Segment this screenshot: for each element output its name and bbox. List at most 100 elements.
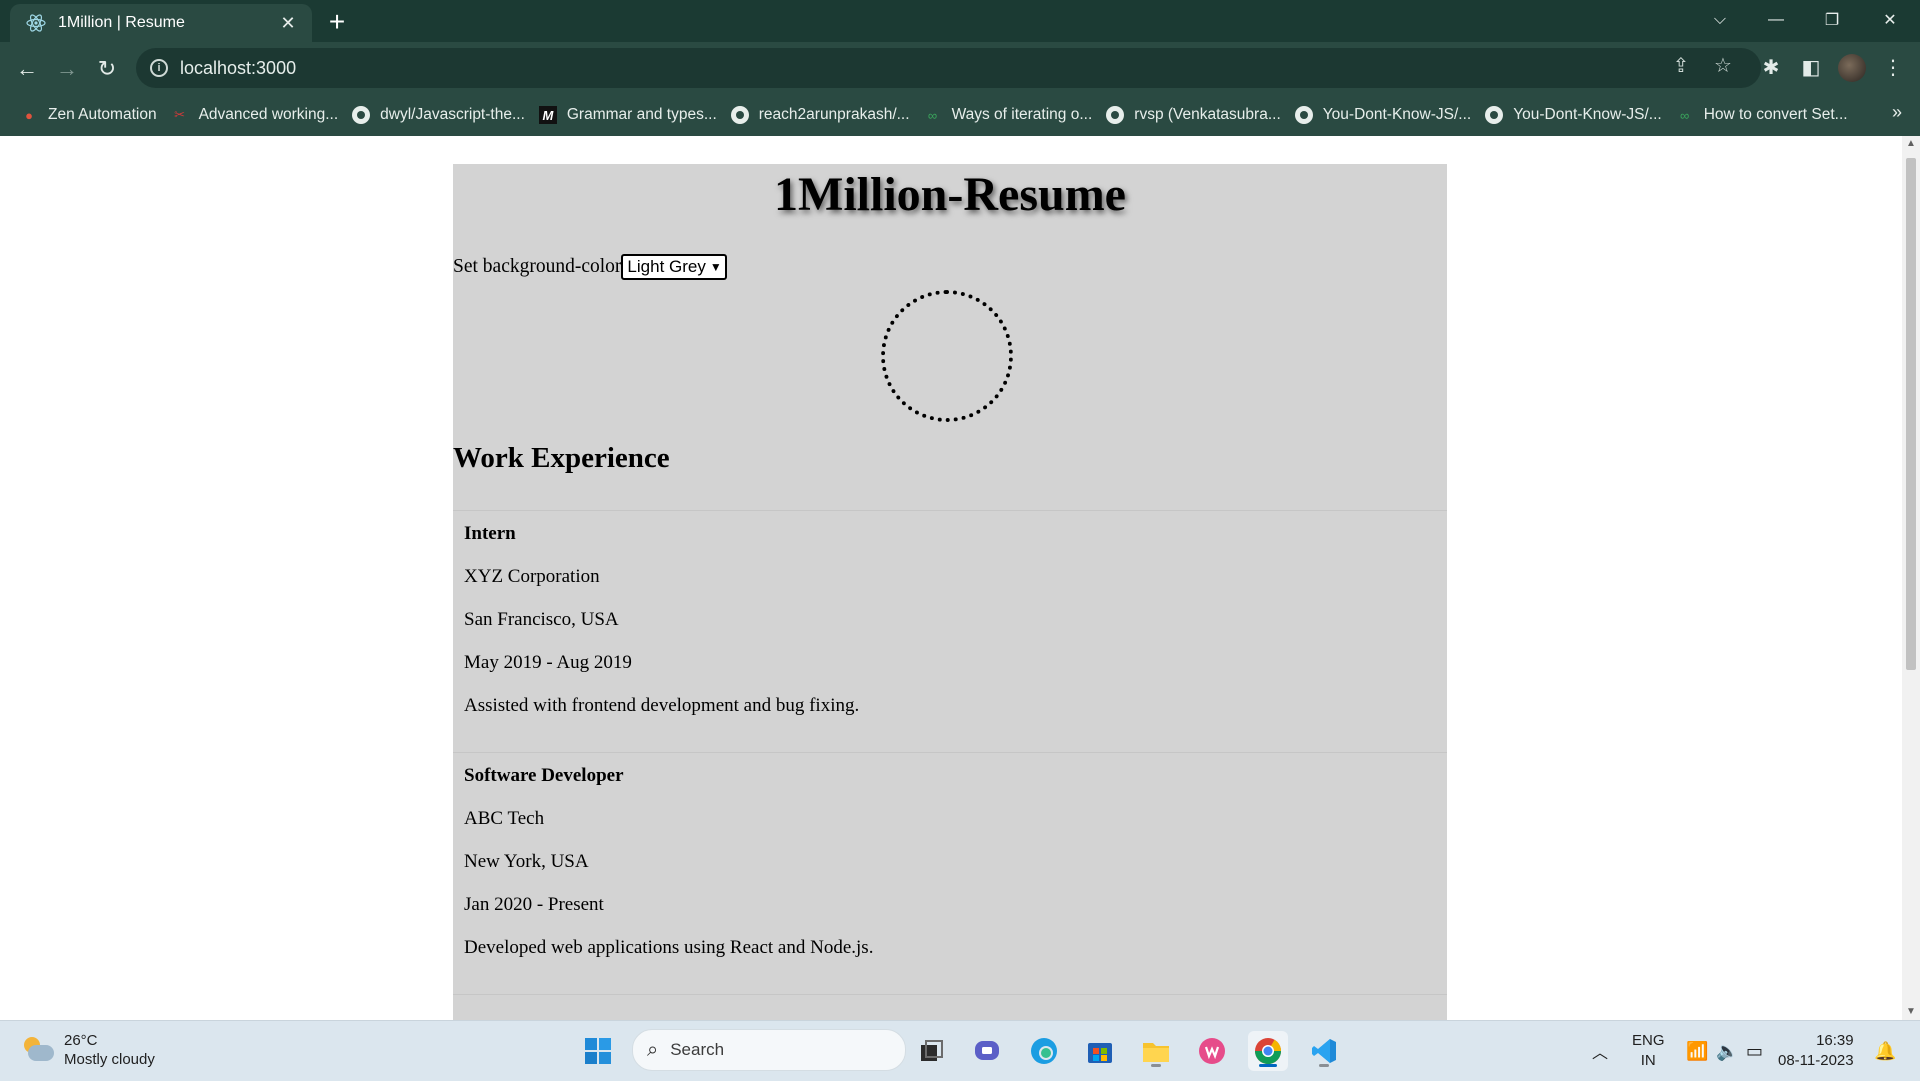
close-window-button[interactable]: ✕ (1862, 0, 1918, 40)
notification-bell-icon[interactable]: 🔔 (1874, 1021, 1896, 1081)
job-role: Software Developer (464, 765, 624, 786)
cloudy-weather-icon (22, 1037, 54, 1063)
extensions-icon[interactable]: ✱ (1756, 52, 1786, 82)
bookmark-item[interactable]: dwyl/Javascript-the... (352, 106, 525, 124)
bookmark-item[interactable]: rvsp (Venkatasubra... (1106, 106, 1281, 124)
teams-chat-icon[interactable] (968, 1031, 1008, 1071)
volume-icon[interactable]: 🔈 (1716, 1021, 1738, 1081)
github-icon (1294, 106, 1313, 124)
job-role: Intern (464, 523, 516, 544)
job-description: Developed web applications using React a… (464, 937, 874, 958)
browser-toolbar: ← → ↻ i localhost:3000 ⇪ ☆ ✱ ◧ ⋮ (0, 42, 1920, 94)
bookmark-item[interactable]: ∞ Ways of iterating o... (924, 106, 1092, 124)
minimize-button[interactable]: — (1748, 0, 1804, 40)
chevron-down-icon: ▼ (709, 260, 722, 274)
link-icon: ∞ (1680, 107, 1690, 123)
bookmark-item[interactable]: ✂ Advanced working... (171, 106, 338, 124)
battery-icon[interactable]: ▭ (1746, 1021, 1763, 1081)
bookmark-item[interactable]: You-Dont-Know-JS/... (1485, 106, 1662, 124)
github-icon (1106, 106, 1125, 124)
search-placeholder: Search (670, 1040, 725, 1059)
region-code: IN (1640, 1052, 1656, 1069)
url-text[interactable]: localhost:3000 (180, 58, 296, 79)
job-entry: Intern XYZ Corporation San Francisco, US… (453, 510, 1447, 751)
github-icon (352, 106, 371, 124)
scissors-icon: ✂ (174, 107, 186, 122)
share-icon[interactable]: ⇪ (1668, 52, 1694, 78)
mdn-icon: M (538, 106, 557, 124)
bookmark-item[interactable]: M Grammar and types... (538, 106, 717, 124)
job-company: XYZ Corporation (464, 566, 600, 587)
page-scrollbar[interactable]: ▲ ▼ (1902, 136, 1920, 1020)
address-bar[interactable]: i localhost:3000 (136, 48, 1761, 88)
active-indicator (1259, 1064, 1277, 1067)
bookmark-star-icon[interactable]: ☆ (1710, 52, 1736, 78)
side-panel-icon[interactable]: ◧ (1796, 52, 1826, 82)
bookmark-label: dwyl/Javascript-the... (380, 106, 525, 123)
job-entry (453, 994, 1447, 1020)
scrollbar-thumb[interactable] (1906, 158, 1916, 670)
scroll-up-icon[interactable]: ▲ (1906, 138, 1916, 150)
bookmark-item[interactable]: ∞ How to convert Set... (1676, 106, 1848, 124)
page-title: 1Million-Resume (774, 168, 1126, 221)
profile-avatar[interactable] (1838, 54, 1866, 82)
job-location: San Francisco, USA (464, 609, 619, 630)
clock-time: 16:39 (1816, 1032, 1854, 1049)
tab-title: 1Million | Resume (58, 14, 185, 31)
background-color-label: Set background-color (453, 256, 622, 277)
bookmark-item[interactable]: ● Zen Automation (20, 106, 157, 124)
new-tab-button[interactable]: + (322, 8, 352, 38)
edge-browser-icon[interactable] (1024, 1031, 1064, 1071)
selected-option: Light Grey (627, 257, 706, 276)
resume-container: 1Million-Resume Set background-color Lig… (453, 164, 1447, 1020)
bookmark-label: How to convert Set... (1703, 106, 1848, 123)
forward-icon[interactable]: → (50, 52, 84, 86)
file-explorer-icon[interactable] (1136, 1031, 1176, 1071)
search-icon: ⌕ (647, 1038, 659, 1061)
menu-kebab-icon[interactable]: ⋮ (1878, 52, 1908, 82)
link-icon: ∞ (927, 107, 938, 123)
weather-temp: 26°C (64, 1032, 98, 1049)
tab-search-icon[interactable]: ⌵ (1692, 0, 1748, 40)
react-favicon-icon (26, 13, 46, 33)
system-clock[interactable]: 16:39 08-11-2023 (1778, 1031, 1854, 1071)
bookmark-item[interactable]: You-Dont-Know-JS/... (1294, 106, 1472, 124)
taskbar-search[interactable]: ⌕ Search (632, 1029, 906, 1071)
windows-start-icon[interactable] (578, 1031, 618, 1071)
reload-icon[interactable]: ↻ (90, 52, 124, 86)
bookmark-label: rvsp (Venkatasubra... (1134, 106, 1281, 123)
restore-button[interactable]: ❐ (1804, 0, 1860, 40)
job-location: New York, USA (464, 851, 589, 872)
chrome-icon[interactable] (1248, 1031, 1288, 1071)
github-icon (1485, 106, 1504, 124)
vscode-icon[interactable] (1304, 1031, 1344, 1071)
github-icon (730, 106, 749, 124)
section-title: Work Experience (453, 442, 670, 474)
scroll-down-icon[interactable]: ▼ (1906, 1006, 1916, 1018)
page-viewport: 1Million-Resume Set background-color Lig… (0, 136, 1902, 1020)
more-bookmarks-button[interactable]: » (1892, 102, 1902, 123)
bookmark-label: reach2arunprakash/... (758, 106, 910, 123)
bookmark-label: Zen Automation (48, 106, 157, 123)
wifi-icon[interactable]: 📶 (1686, 1021, 1708, 1081)
bookmark-item[interactable]: reach2arunprakash/... (730, 106, 910, 124)
job-company: ABC Tech (464, 808, 545, 829)
weather-widget[interactable]: 26°C Mostly cloudy (22, 1031, 155, 1069)
job-period: May 2019 - Aug 2019 (464, 652, 632, 673)
microsoft-store-icon[interactable] (1080, 1031, 1120, 1071)
zen-icon: ● (25, 107, 33, 123)
back-icon[interactable]: ← (10, 52, 44, 86)
background-color-select[interactable]: Light Grey ▼ (621, 254, 727, 280)
language-indicator[interactable]: ENG IN (1632, 1031, 1665, 1071)
site-info-icon[interactable]: i (150, 59, 168, 77)
running-indicator (1151, 1064, 1161, 1067)
wps-office-icon[interactable] (1192, 1031, 1232, 1071)
tab-close-icon[interactable]: ✕ (276, 11, 300, 35)
browser-tab[interactable]: 1Million | Resume ✕ (10, 4, 312, 42)
bookmark-label: You-Dont-Know-JS/... (1322, 106, 1472, 123)
lang-code: ENG (1632, 1032, 1665, 1049)
background-color-control: Set background-color Light Grey ▼ (453, 254, 727, 280)
task-view-icon[interactable] (912, 1031, 952, 1071)
running-indicator (1319, 1064, 1329, 1067)
tray-overflow-icon[interactable]: ︿ (1592, 1021, 1608, 1081)
